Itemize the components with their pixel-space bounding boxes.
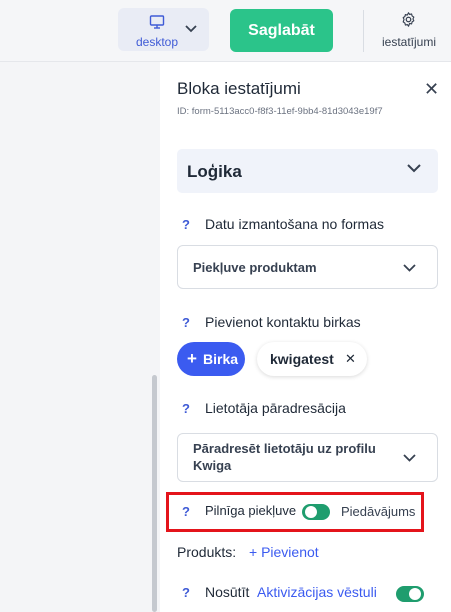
full-access-label: Pilnīga piekļuve bbox=[205, 503, 297, 518]
close-icon[interactable]: ✕ bbox=[424, 80, 439, 98]
settings-label: iestatījumi bbox=[382, 35, 437, 49]
redirect-select[interactable]: Pāradresēt lietotāju uz profilu Kwiga bbox=[177, 433, 438, 482]
gear-icon bbox=[402, 12, 415, 27]
send-label: Nosūtīt bbox=[205, 584, 250, 600]
remove-tag-icon[interactable]: ✕ bbox=[345, 351, 356, 367]
block-id: ID: form-5113acc0-f8f3-11ef-9bb4-81d3043… bbox=[177, 106, 383, 117]
add-tag-label: Birka bbox=[203, 351, 239, 367]
device-select[interactable]: desktop bbox=[118, 8, 209, 51]
data-usage-value: Piekļuve produktam bbox=[193, 260, 317, 275]
offer-label: Piedāvājums bbox=[341, 504, 416, 519]
monitor-icon bbox=[149, 15, 165, 29]
section-title: Loģika bbox=[187, 162, 242, 181]
add-product-link[interactable]: + Pievienot bbox=[249, 544, 319, 560]
scrollbar-thumb[interactable] bbox=[152, 375, 157, 612]
help-icon[interactable]: ? bbox=[182, 504, 190, 519]
help-icon[interactable]: ? bbox=[182, 401, 190, 416]
canvas-area bbox=[0, 62, 160, 612]
redirect-value-line1: Pāradresēt lietotāju uz profilu bbox=[193, 441, 376, 456]
device-label: desktop bbox=[136, 35, 179, 49]
contact-tags-label: Pievienot kontaktu birkas bbox=[205, 314, 361, 330]
activation-email-link[interactable]: Aktivizācijas vēstuli bbox=[257, 584, 377, 600]
full-access-toggle[interactable] bbox=[302, 504, 330, 520]
chevron-down-icon bbox=[407, 164, 421, 173]
tag-chip-label: kwigatest bbox=[270, 351, 334, 367]
redirect-label: Lietotāja pāradresācija bbox=[205, 400, 346, 416]
redirect-value-line2: Kwiga bbox=[193, 458, 232, 473]
top-toolbar: desktop Saglabāt iestatījumi bbox=[0, 0, 451, 62]
help-icon[interactable]: ? bbox=[182, 585, 190, 600]
chevron-down-icon bbox=[185, 25, 197, 33]
chevron-down-icon bbox=[403, 454, 416, 462]
data-usage-select[interactable]: Piekļuve produktam bbox=[177, 245, 438, 289]
products-label: Produkts: bbox=[177, 544, 237, 560]
send-email-toggle[interactable] bbox=[396, 586, 424, 602]
logic-section-header[interactable]: Loģika bbox=[177, 149, 438, 193]
tag-chip: kwigatest ✕ bbox=[257, 342, 367, 376]
block-settings-panel: Bloka iestatījumi ✕ ID: form-5113acc0-f8… bbox=[160, 62, 451, 612]
data-usage-label: Datu izmantošana no formas bbox=[205, 216, 384, 232]
add-tag-button[interactable]: + Birka bbox=[177, 342, 245, 376]
help-icon[interactable]: ? bbox=[182, 315, 190, 330]
help-icon[interactable]: ? bbox=[182, 217, 190, 232]
save-button[interactable]: Saglabāt bbox=[230, 9, 333, 52]
settings-button[interactable]: iestatījumi bbox=[376, 8, 442, 52]
plus-icon: + bbox=[187, 349, 197, 368]
toolbar-divider bbox=[363, 10, 364, 52]
panel-title: Bloka iestatījumi bbox=[177, 79, 301, 98]
chevron-down-icon bbox=[403, 264, 416, 272]
